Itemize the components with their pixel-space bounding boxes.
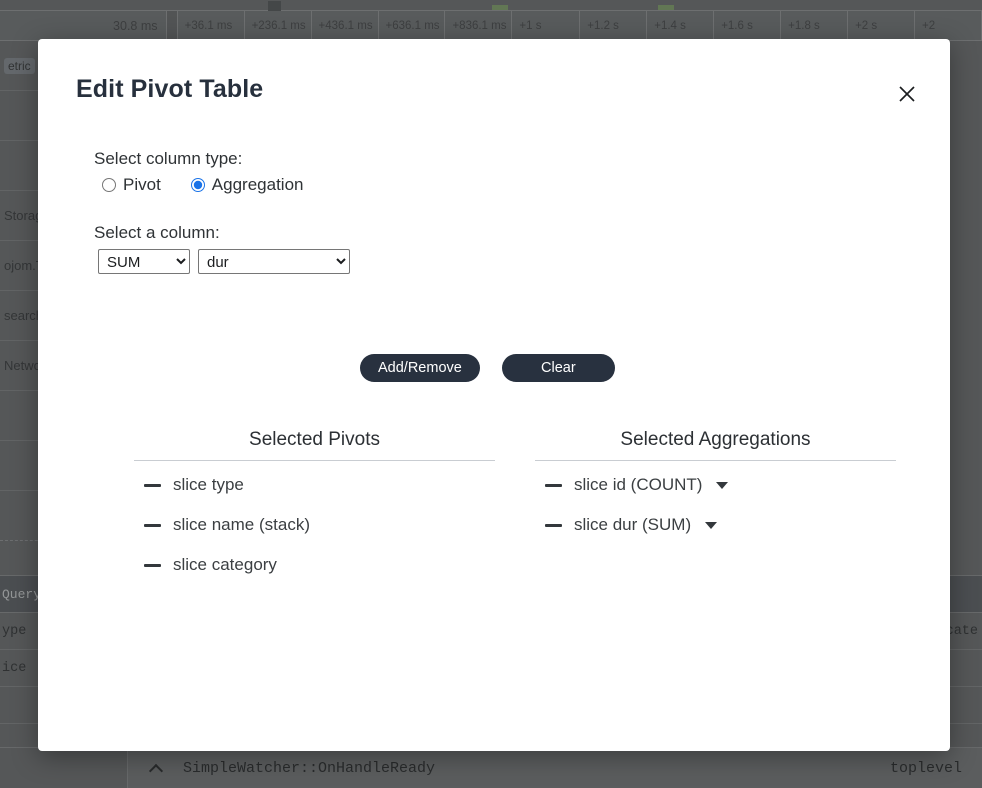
- close-icon[interactable]: [892, 79, 922, 109]
- selected-pivots-title: Selected Pivots: [134, 429, 495, 461]
- close-icon-glyph: [899, 86, 915, 102]
- remove-icon[interactable]: [144, 523, 161, 527]
- aggregation-function-select[interactable]: SUMCOUNTMINMAXAVG: [98, 249, 190, 274]
- radio-option-pivot[interactable]: Pivot: [102, 175, 161, 195]
- add-remove-button[interactable]: Add/Remove: [360, 354, 480, 382]
- list-item[interactable]: slice category: [144, 555, 495, 575]
- radio-label-pivot: Pivot: [123, 175, 161, 194]
- column-type-label: Select column type:: [94, 149, 243, 168]
- dialog-title: Edit Pivot Table: [76, 75, 264, 103]
- list-item[interactable]: slice id (COUNT): [545, 475, 896, 495]
- selected-aggregations-column: Selected Aggregations slice id (COUNT) s…: [535, 429, 896, 595]
- radio-option-aggregation[interactable]: Aggregation: [190, 175, 304, 195]
- chevron-down-icon[interactable]: [705, 521, 718, 529]
- list-item[interactable]: slice type: [144, 475, 495, 495]
- list-item[interactable]: slice dur (SUM): [545, 515, 896, 535]
- column-name-select[interactable]: duridtsnametypecategory: [198, 249, 350, 274]
- add-remove-actions: Add/Remove Clear: [360, 354, 615, 382]
- remove-icon[interactable]: [144, 483, 161, 487]
- selected-pivots-column: Selected Pivots slice type slice name (s…: [134, 429, 495, 595]
- edit-pivot-table-dialog: Edit Pivot Table Select column type: Piv…: [38, 39, 950, 751]
- pivot-label: slice category: [173, 555, 277, 574]
- pivot-label: slice name (stack): [173, 515, 310, 534]
- selection-columns: Selected Pivots slice type slice name (s…: [134, 429, 896, 595]
- chevron-down-icon[interactable]: [716, 481, 729, 489]
- column-select-label: Select a column:: [94, 223, 220, 242]
- dialog-body: Select column type: Pivot Aggregation Se…: [94, 149, 926, 751]
- column-select-row: SUMCOUNTMINMAXAVG duridtsnametypecategor…: [94, 249, 926, 274]
- aggregation-label: slice id (COUNT): [574, 475, 703, 494]
- aggregation-label: slice dur (SUM): [574, 515, 692, 534]
- pivot-label: slice type: [173, 475, 244, 494]
- remove-icon[interactable]: [545, 483, 562, 487]
- remove-icon[interactable]: [545, 523, 562, 527]
- radio-input-pivot[interactable]: [102, 178, 116, 192]
- list-item[interactable]: slice name (stack): [144, 515, 495, 535]
- remove-icon[interactable]: [144, 563, 161, 567]
- selected-aggregations-title: Selected Aggregations: [535, 429, 896, 461]
- screen-root: 30.8 ms +36.1 ms +236.1 ms +436.1 ms +63…: [0, 0, 982, 788]
- clear-button[interactable]: Clear: [501, 354, 615, 382]
- column-type-radio-group: Pivot Aggregation: [94, 175, 926, 195]
- selected-aggregations-list: slice id (COUNT) slice dur (SUM): [535, 461, 896, 535]
- radio-input-aggregation[interactable]: [190, 178, 205, 192]
- radio-label-aggregation: Aggregation: [211, 175, 304, 194]
- selected-pivots-list: slice type slice name (stack) slice cate…: [134, 461, 495, 575]
